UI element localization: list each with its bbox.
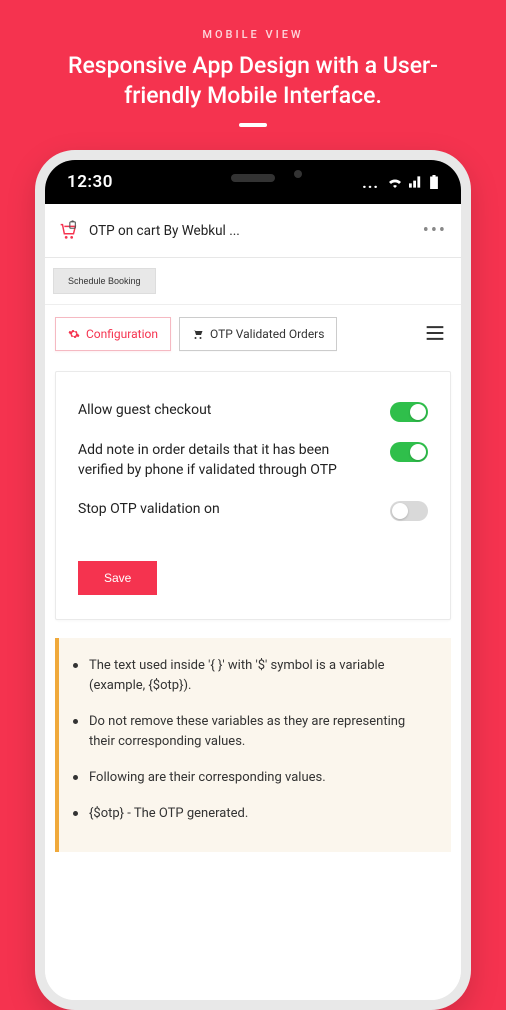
- note-item: The text used inside '{ }' with '$' symb…: [89, 656, 431, 696]
- setting-row-guest-checkout: Allow guest checkout: [78, 400, 428, 422]
- more-icon[interactable]: •••: [421, 216, 449, 245]
- status-time: 12:30: [67, 172, 113, 192]
- setting-row-add-note: Add note in order details that it has be…: [78, 440, 428, 481]
- settings-card: Allow guest checkout Add note in order d…: [55, 371, 451, 620]
- toggle-stop-validation[interactable]: [390, 501, 428, 521]
- signal-icon: [409, 176, 423, 188]
- page-header: MOBILE VIEW Responsive App Design with a…: [0, 0, 506, 127]
- phone-frame: 12:30 ... OTP o: [35, 150, 471, 1010]
- tab-configuration[interactable]: Configuration: [55, 317, 171, 351]
- page-title: Responsive App Design with a User-friend…: [30, 51, 476, 111]
- app-bar: OTP on cart By Webkul ... •••: [45, 204, 461, 258]
- status-icons: ...: [362, 173, 439, 192]
- cart-icon: [192, 328, 204, 340]
- note-card: The text used inside '{ }' with '$' symb…: [55, 638, 451, 853]
- eyebrow-text: MOBILE VIEW: [30, 28, 476, 41]
- setting-label: Allow guest checkout: [78, 400, 376, 420]
- cellular-dots-icon: ...: [362, 173, 379, 192]
- toggle-add-note[interactable]: [390, 442, 428, 462]
- tab-label: OTP Validated Orders: [210, 327, 324, 341]
- save-button[interactable]: Save: [78, 561, 157, 595]
- setting-label: Add note in order details that it has be…: [78, 440, 376, 481]
- hamburger-icon[interactable]: [419, 318, 451, 350]
- ribbon-bar: Schedule Booking: [45, 258, 461, 305]
- schedule-booking-button[interactable]: Schedule Booking: [53, 268, 156, 294]
- wifi-icon: [387, 176, 403, 188]
- title-separator: [239, 123, 267, 127]
- toggle-guest-checkout[interactable]: [390, 402, 428, 422]
- tab-validated-orders[interactable]: OTP Validated Orders: [179, 317, 337, 351]
- battery-icon: [429, 175, 439, 189]
- phone-notch: [168, 160, 338, 196]
- tab-label: Configuration: [86, 327, 158, 341]
- gear-icon: [68, 328, 80, 340]
- note-item: Do not remove these variables as they ar…: [89, 712, 431, 752]
- note-item: {$otp} - The OTP generated.: [89, 804, 431, 824]
- status-bar: 12:30 ...: [45, 160, 461, 204]
- tabs-row: Configuration OTP Validated Orders: [45, 305, 461, 359]
- setting-label: Stop OTP validation on: [78, 499, 376, 519]
- app-logo-icon: [57, 220, 79, 242]
- setting-row-stop-validation: Stop OTP validation on: [78, 499, 428, 521]
- app-title: OTP on cart By Webkul ...: [89, 223, 240, 239]
- phone-screen: 12:30 ... OTP o: [45, 160, 461, 1000]
- note-item: Following are their corresponding values…: [89, 768, 431, 788]
